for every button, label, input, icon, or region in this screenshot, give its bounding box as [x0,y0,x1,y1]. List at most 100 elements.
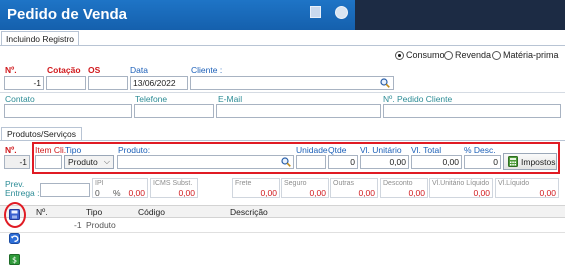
grid-col-numero[interactable]: Nº. [36,207,48,217]
header-separator [0,92,565,93]
contato-label: Contato [5,94,35,104]
vl-unitario-liquido-value: 0,00 [473,188,490,198]
tipo-select-value: Produto [68,157,98,167]
telefone-label: Telefone [135,94,168,104]
ipi-pct: % [113,188,121,198]
radio-materia-prima-label: Matéria-prima [503,50,559,60]
ipi-amount: 0,00 [128,188,145,198]
table-row[interactable]: -1 Produto [0,219,565,232]
minimize-button[interactable] [310,6,321,18]
unidade-field[interactable] [296,155,326,169]
cliente-search-icon[interactable] [380,78,390,88]
radio-consumo-indicator[interactable] [395,50,404,60]
icms-label: ICMS Subst. [153,180,193,187]
produto-search-icon[interactable] [281,157,291,167]
prev-entrega-label: Prev. Entrega : [5,180,40,198]
seguro-label: Seguro [284,180,307,187]
radio-consumo[interactable]: Consumo [395,49,445,61]
vl-liquido-box: Vl.Líquido 0,00 [495,178,559,198]
window-title: Pedido de Venda [7,6,128,23]
vl-unitario-liquido-box: Vl.Unitário Líquido 0,00 [429,178,493,198]
frete-box: Frete 0,00 [232,178,280,198]
contato-field[interactable] [4,104,132,118]
impostos-label: Impostos [521,156,556,167]
seguro-box: Seguro 0,00 [281,178,329,198]
desconto-box: Desconto 0,00 [380,178,428,198]
frete-label: Frete [235,180,252,187]
qtde-label: Qtde [328,145,347,155]
vl-unitario-label: Vl. Unitário [360,145,402,155]
frete-value: 0,00 [260,188,277,198]
desconto-value: 0,00 [408,188,425,198]
tab-produtos-servicos[interactable]: Produtos/Serviços [1,127,82,141]
radio-consumo-label: Consumo [406,50,445,60]
outras-label: Outras [333,180,355,187]
desconto-label: Desconto [383,180,413,187]
pedido-cliente-label: Nº. Pedido Cliente [383,94,453,104]
os-field[interactable] [88,76,128,90]
tab-incluindo-registro[interactable]: Incluindo Registro [1,31,80,46]
icms-box: ICMS Subst. 0,00 [150,178,198,198]
ipi-value: 0 [95,188,100,198]
close-button[interactable] [335,6,348,19]
ipi-box: IPI 0 % 0,00 [92,178,148,198]
grid-row-divider [0,232,565,233]
icms-value: 0,00 [178,188,195,198]
title-bar-dark-area [355,0,565,30]
vl-unitario-liquido-label: Vl.Unitário Líquido [432,180,490,187]
cliente-field[interactable] [190,76,394,90]
data-label: Data [130,65,148,75]
grid-col-tipo[interactable]: Tipo [86,207,102,217]
cotacao-label: Cotação [47,65,81,75]
numero-label: Nº. [5,65,17,75]
outras-box: Outras 0,00 [330,178,378,198]
grid-col-codigo[interactable]: Código [138,207,165,217]
qtde-field[interactable]: 0 [328,155,358,169]
item-numero-field: -1 [4,155,30,169]
os-label: OS [88,65,101,75]
prev-label-2: Entrega : [5,188,40,198]
data-field[interactable]: 13/06/2022 [130,76,188,90]
produto-label: Produto: [118,145,151,155]
items-grid-header: Nº. Tipo Código Descrição [0,205,565,218]
vl-total-field[interactable]: 0,00 [411,155,462,169]
grid-col-descricao[interactable]: Descrição [230,207,268,217]
calculator-icon [508,156,518,167]
item-cli-label: Item Cli. [35,145,67,155]
desc-label: % Desc. [464,145,496,155]
svg-text:$: $ [12,256,17,265]
cliente-label: Cliente : [191,65,223,75]
radio-revenda-indicator[interactable] [444,50,453,60]
impostos-button[interactable]: Impostos [503,153,557,170]
unidade-label: Unidade [296,145,328,155]
inner-tab-divider [0,140,565,141]
radio-revenda-label: Revenda [455,50,492,60]
money-icon[interactable]: $ [9,254,20,265]
vl-unitario-field[interactable]: 0,00 [360,155,409,169]
ipi-label: IPI [95,180,104,187]
email-field[interactable] [216,104,381,118]
numero-field[interactable]: -1 [4,76,44,90]
tipo-select[interactable]: Produto ⌵ [64,155,114,169]
item-numero-label: Nº. [5,145,17,155]
undo-icon[interactable] [9,233,20,244]
pedido-cliente-field[interactable] [383,104,561,118]
radio-revenda[interactable]: Revenda [444,49,491,61]
cotacao-field[interactable] [46,76,86,90]
radio-materia-prima[interactable]: Matéria-prima [492,49,559,61]
telefone-field[interactable] [134,104,214,118]
item-cli-field[interactable] [35,155,62,169]
save-icon[interactable] [9,209,20,220]
tipo-label: Tipo [65,145,82,155]
radio-materia-prima-indicator[interactable] [492,50,501,60]
tab-divider [0,45,565,46]
row-numero: -1 [74,220,82,230]
prev-entrega-field[interactable] [40,183,90,197]
produto-field[interactable] [117,155,294,169]
vl-liquido-label: Vl.Líquido [498,180,530,187]
seguro-value: 0,00 [309,188,326,198]
chevron-down-icon: ⌵ [103,157,110,166]
vl-liquido-value: 0,00 [539,188,556,198]
desc-field[interactable]: 0 [464,155,501,169]
row-tipo: Produto [86,220,116,230]
